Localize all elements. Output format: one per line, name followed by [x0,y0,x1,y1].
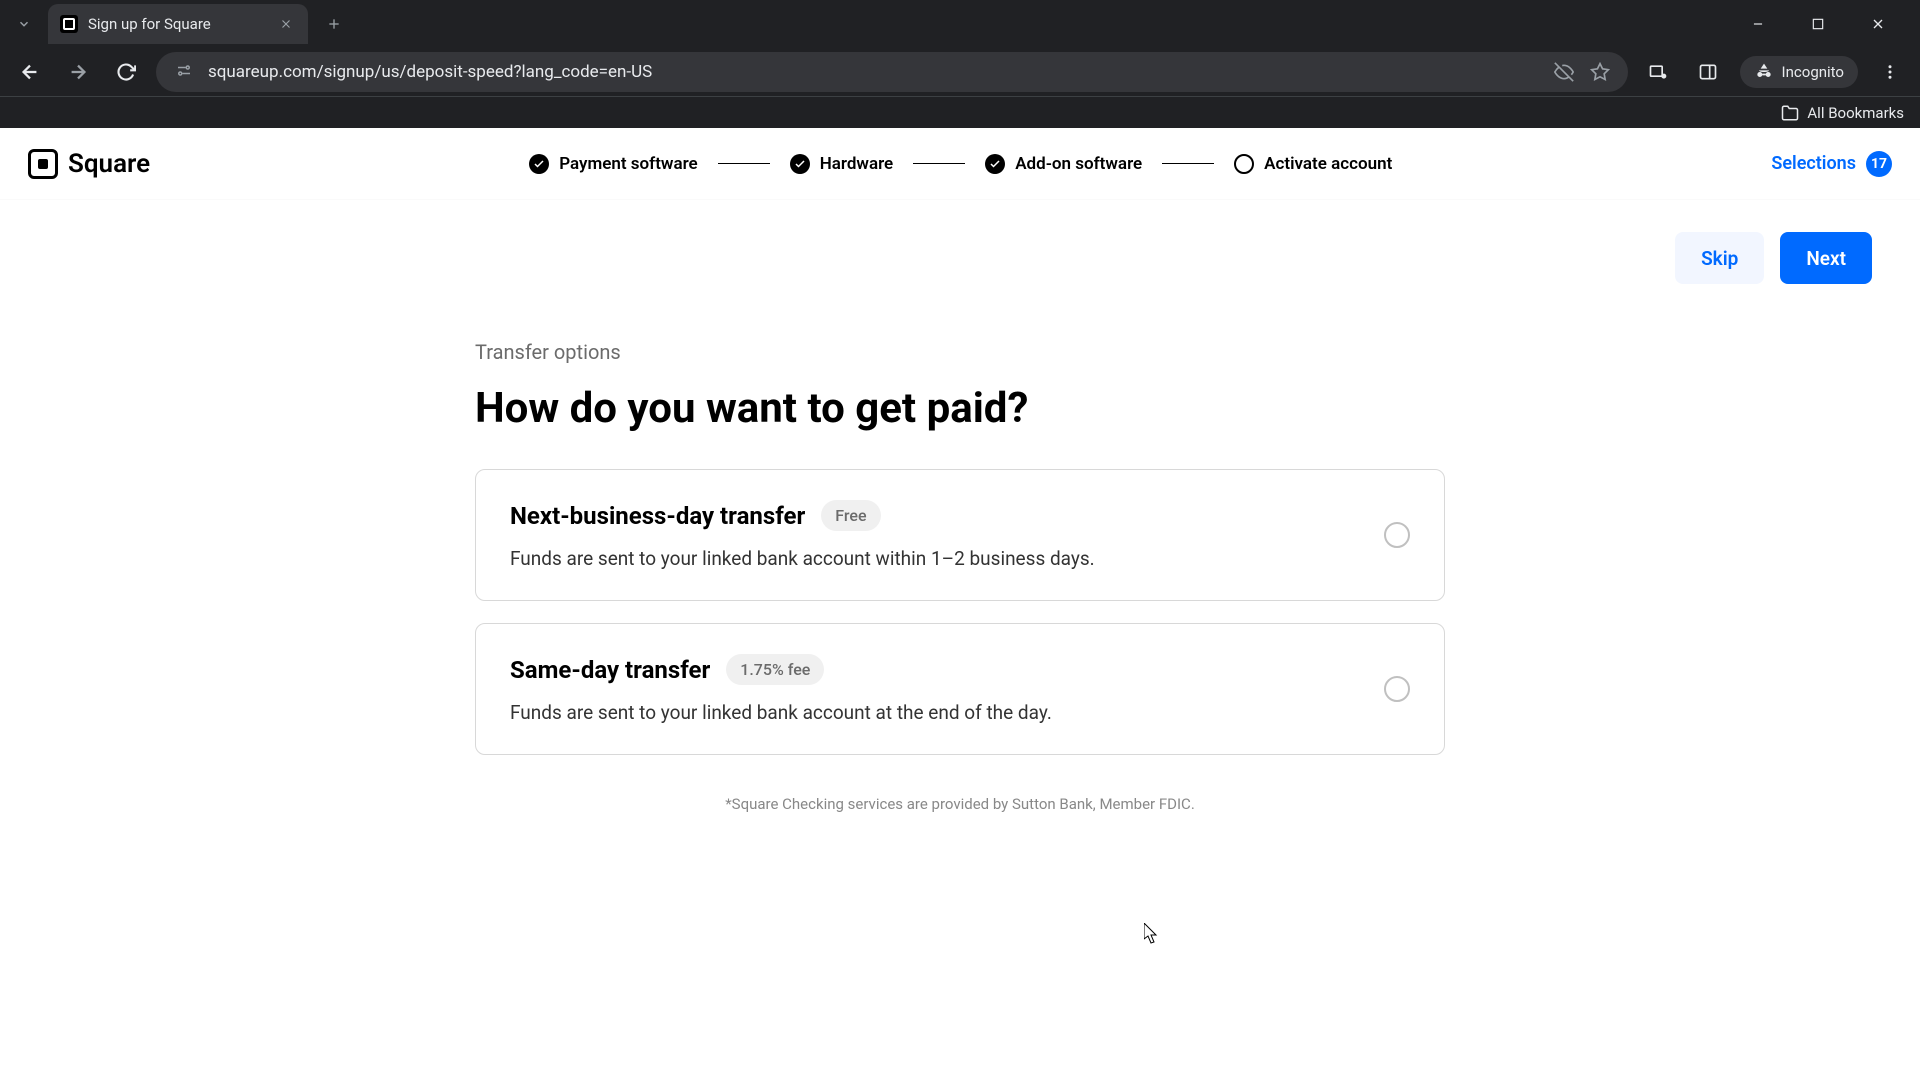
selections-label: Selections [1771,153,1856,174]
tab-title: Sign up for Square [88,15,211,33]
close-window-button[interactable] [1860,6,1896,42]
maximize-button[interactable] [1800,6,1836,42]
step-connector [913,163,965,164]
option-description: Funds are sent to your linked bank accou… [510,547,1360,570]
page-content: Square Payment software Hardware [0,128,1920,813]
url-text: squareup.com/signup/us/deposit-speed?lan… [208,62,1540,82]
minimize-button[interactable] [1740,6,1776,42]
step-label: Hardware [820,154,894,174]
media-control-icon[interactable] [1640,54,1676,90]
page-subtitle: Transfer options [475,340,1445,364]
option-description: Funds are sent to your linked bank accou… [510,701,1360,724]
all-bookmarks-button[interactable]: All Bookmarks [1781,104,1904,122]
footnote-text: *Square Checking services are provided b… [475,795,1445,813]
browser-menu-icon[interactable] [1872,54,1908,90]
next-button[interactable]: Next [1780,232,1872,284]
option-content: Same-day transfer 1.75% fee Funds are se… [510,654,1360,724]
option-content: Next-business-day transfer Free Funds ar… [510,500,1360,570]
address-bar[interactable]: squareup.com/signup/us/deposit-speed?lan… [156,52,1628,92]
option-title: Same-day transfer [510,656,710,684]
square-logo-icon [28,149,58,179]
bookmark-star-icon[interactable] [1588,60,1612,84]
step-payment-software[interactable]: Payment software [529,154,698,174]
square-logo-text: Square [68,149,150,179]
option-badge: 1.75% fee [726,654,824,685]
bookmarks-bar: All Bookmarks [0,96,1920,128]
tab-bar: Sign up for Square [0,0,1920,48]
option-title-row: Same-day transfer 1.75% fee [510,654,1360,685]
progress-stepper: Payment software Hardware Add-on softwar… [529,154,1392,174]
site-settings-icon[interactable] [172,60,196,84]
square-logo[interactable]: Square [28,149,150,179]
option-title: Next-business-day transfer [510,502,805,530]
option-badge: Free [821,500,880,531]
incognito-badge[interactable]: Incognito [1740,56,1858,88]
incognito-label: Incognito [1782,63,1844,81]
window-controls [1740,6,1912,42]
toolbar-right: Incognito [1640,54,1908,90]
step-label: Add-on software [1015,154,1142,174]
page-heading: How do you want to get paid? [475,384,1445,433]
selections-button[interactable]: Selections 17 [1771,151,1892,177]
back-button[interactable] [12,54,48,90]
app-header: Square Payment software Hardware [0,128,1920,200]
browser-tab[interactable]: Sign up for Square [48,4,308,44]
step-activate-account[interactable]: Activate account [1234,154,1392,174]
circle-icon [1234,154,1254,174]
step-connector [1162,163,1214,164]
option-same-day[interactable]: Same-day transfer 1.75% fee Funds are se… [475,623,1445,755]
step-hardware[interactable]: Hardware [790,154,894,174]
tab-search-dropdown[interactable] [8,8,40,40]
reload-button[interactable] [108,54,144,90]
step-label: Activate account [1264,154,1392,174]
check-icon [985,154,1005,174]
side-panel-icon[interactable] [1690,54,1726,90]
all-bookmarks-label: All Bookmarks [1807,104,1904,122]
radio-icon[interactable] [1384,676,1410,702]
check-icon [529,154,549,174]
content-area: Transfer options How do you want to get … [475,340,1445,813]
folder-icon [1781,104,1799,122]
step-connector [718,163,770,164]
close-tab-icon[interactable] [276,14,296,34]
option-title-row: Next-business-day transfer Free [510,500,1360,531]
step-addon-software[interactable]: Add-on software [985,154,1142,174]
address-bar-row: squareup.com/signup/us/deposit-speed?lan… [0,48,1920,96]
skip-button[interactable]: Skip [1675,232,1764,284]
selections-count-badge: 17 [1866,151,1892,177]
eye-off-icon[interactable] [1552,60,1576,84]
forward-button[interactable] [60,54,96,90]
step-label: Payment software [559,154,698,174]
new-tab-button[interactable] [316,6,352,42]
browser-chrome: Sign up for Square [0,0,1920,128]
incognito-icon [1754,62,1774,82]
check-icon [790,154,810,174]
radio-icon[interactable] [1384,522,1410,548]
option-next-business-day[interactable]: Next-business-day transfer Free Funds ar… [475,469,1445,601]
cursor-icon [1144,923,1160,945]
action-row: Skip Next [0,200,1920,300]
tab-favicon-icon [60,15,78,33]
